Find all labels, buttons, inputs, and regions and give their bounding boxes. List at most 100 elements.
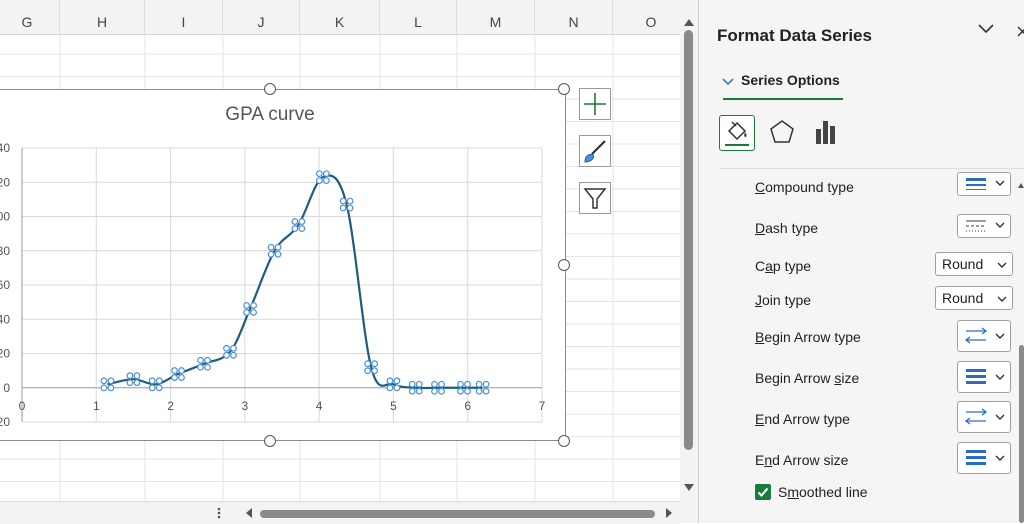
selection-handle xyxy=(457,380,464,388)
selection-handle xyxy=(230,344,237,352)
sheet-horizontal-scrollbar[interactable] xyxy=(0,501,680,524)
selection-handle xyxy=(482,387,490,395)
x-tick-label: 1 xyxy=(93,399,100,413)
selection-handle xyxy=(431,387,438,395)
chart-resize-handle-top-right[interactable] xyxy=(558,83,570,95)
selection-handle xyxy=(223,344,230,352)
series-options-chart-tab[interactable] xyxy=(809,115,845,151)
effects-tab[interactable] xyxy=(765,115,801,151)
selection-handle xyxy=(371,367,379,375)
vertical-scroll-thumb[interactable] xyxy=(684,30,693,450)
smoothed-line-label[interactable]: Smoothed line xyxy=(778,484,868,500)
dash-lines-icon xyxy=(966,220,986,232)
chevron-down-icon xyxy=(997,262,1007,268)
column-header-i[interactable]: I xyxy=(145,0,223,34)
series-options-tab[interactable]: Series Options xyxy=(741,72,840,88)
compound-type-dropdown[interactable] xyxy=(957,172,1011,196)
column-header-g[interactable]: G xyxy=(0,0,60,34)
chart-filters-button[interactable] xyxy=(579,182,611,214)
selection-handle xyxy=(197,363,204,371)
selection-handle xyxy=(457,387,464,395)
selection-handle xyxy=(298,225,306,232)
chart-plot[interactable]: 40 20 00 30 60 40 20 0 20 0 1 2 3 4 5 6 7 xyxy=(0,89,570,441)
checkmark-icon xyxy=(757,487,769,497)
spreadsheet-area[interactable]: G H I J K L M N O GPA curve 402000306040… xyxy=(0,0,680,523)
chart-elements-button[interactable] xyxy=(579,88,611,120)
selection-handle xyxy=(178,374,185,381)
column-header-h[interactable]: H xyxy=(60,0,145,34)
selection-handle xyxy=(204,356,211,364)
cap-type-value: Round xyxy=(942,256,984,272)
selection-handle xyxy=(171,367,178,374)
selection-handle xyxy=(171,374,178,381)
series-markers xyxy=(100,170,490,395)
chart-styles-button[interactable] xyxy=(579,135,611,167)
column-header-l[interactable]: L xyxy=(380,0,457,34)
selection-handle xyxy=(291,218,299,225)
column-header-m[interactable]: M xyxy=(457,0,535,34)
y-tick-label: 30 xyxy=(0,244,10,258)
selection-handle xyxy=(243,309,250,316)
arrow-size-icon xyxy=(966,450,986,465)
chevron-down-icon xyxy=(995,414,1005,420)
paint-bucket-icon xyxy=(725,121,749,146)
chart-resize-handle-bottom[interactable] xyxy=(264,435,276,447)
selection-handle xyxy=(431,380,438,388)
compound-lines-icon xyxy=(966,178,986,190)
y-tick-label: 40 xyxy=(0,312,10,326)
scroll-up-icon[interactable] xyxy=(680,12,698,32)
selection-handle xyxy=(322,170,330,178)
join-type-value: Round xyxy=(942,290,984,306)
pane-vertical-scrollbar[interactable] xyxy=(1017,180,1024,523)
cap-type-select[interactable]: Round xyxy=(935,252,1013,276)
x-axis-labels: 0 1 2 3 4 5 6 7 xyxy=(19,399,546,413)
selection-handle xyxy=(408,380,416,388)
fill-line-tab[interactable] xyxy=(719,115,755,151)
arrow-size-icon xyxy=(966,369,986,384)
selection-handle xyxy=(438,387,445,395)
y-tick-label: 60 xyxy=(0,278,10,292)
compound-type-label: Compound type xyxy=(755,179,854,195)
y-axis-labels: 40 20 00 30 60 40 20 0 20 xyxy=(0,141,10,429)
splitter-dots-icon[interactable] xyxy=(214,502,224,524)
scroll-left-icon[interactable] xyxy=(242,502,256,524)
selection-handle xyxy=(155,377,163,385)
selection-handle xyxy=(250,309,257,316)
chart-resize-handle-bottom-right[interactable] xyxy=(558,435,570,447)
selection-handle xyxy=(408,387,416,395)
end-arrow-type-dropdown[interactable] xyxy=(957,401,1011,433)
join-type-select[interactable]: Round xyxy=(935,286,1013,310)
pane-options-chevron-icon[interactable] xyxy=(977,22,995,36)
selection-handle xyxy=(364,367,372,375)
begin-arrow-type-dropdown[interactable] xyxy=(957,320,1011,352)
chart-resize-handle-top[interactable] xyxy=(264,83,276,95)
cap-type-label: Cap type xyxy=(755,258,812,274)
begin-arrow-size-dropdown[interactable] xyxy=(957,361,1011,393)
selection-handle xyxy=(197,356,204,364)
chevron-down-icon xyxy=(997,296,1007,302)
end-arrow-size-dropdown[interactable] xyxy=(957,442,1011,474)
pane-separator xyxy=(719,168,1024,169)
column-header-j[interactable]: J xyxy=(223,0,300,34)
pane-title: Format Data Series xyxy=(717,26,872,45)
column-header-o[interactable]: O xyxy=(613,0,680,34)
section-collapse-chevron-icon[interactable] xyxy=(721,77,735,87)
selection-handle xyxy=(393,377,401,385)
scroll-right-icon[interactable] xyxy=(662,502,676,524)
dash-type-label: Dash type xyxy=(755,220,819,236)
horizontal-scroll-thumb[interactable] xyxy=(260,510,655,518)
chart-resize-handle-right[interactable] xyxy=(558,259,570,271)
scroll-down-icon[interactable] xyxy=(680,478,698,498)
smoothed-series-line[interactable] xyxy=(107,174,483,390)
smoothed-line-checkbox[interactable] xyxy=(755,484,771,500)
sheet-vertical-scrollbar[interactable] xyxy=(680,0,698,523)
bar-chart-icon xyxy=(816,121,835,144)
selection-handle xyxy=(267,250,275,258)
pentagon-icon xyxy=(770,120,794,143)
column-header-k[interactable]: K xyxy=(300,0,380,34)
column-header-n[interactable]: N xyxy=(535,0,613,34)
selection-handle xyxy=(339,204,347,212)
dash-type-dropdown[interactable] xyxy=(957,214,1011,238)
close-icon[interactable] xyxy=(1017,24,1024,38)
selection-handle xyxy=(415,387,423,395)
